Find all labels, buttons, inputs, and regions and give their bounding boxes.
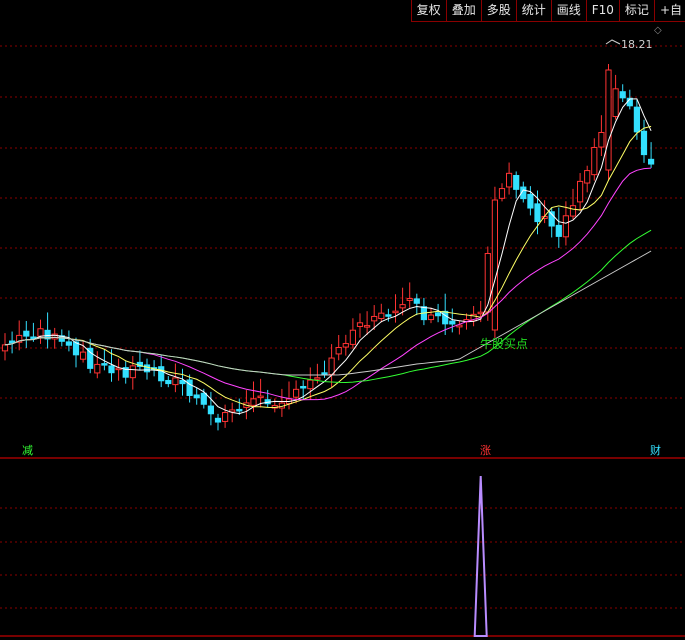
candle-body [193,394,200,399]
candle-body [314,377,321,380]
candle-body [80,351,87,360]
candle-body [633,106,640,133]
candle-body [158,366,165,382]
candle-body [108,365,115,374]
candle-body [498,188,506,199]
candle-body [577,180,584,203]
candle-body [94,363,101,374]
candle-body [569,205,577,217]
candle-body [321,372,328,375]
candle-body [200,392,207,405]
candle-body [172,377,179,386]
peak-marker [605,39,621,45]
ma5-line [4,98,652,415]
candle-body [619,91,626,99]
candle-body [129,365,136,379]
candle-body [584,170,591,184]
candle-body [527,193,534,209]
candle-body [598,131,605,148]
candle-body [392,310,399,314]
candle-body [378,312,385,320]
candle-body [399,304,406,309]
candle-body [449,320,456,325]
candle-body [307,379,314,390]
candle-body [328,357,335,375]
peak-price-label: 18.21 [621,38,653,51]
kline-chart[interactable] [0,0,685,640]
candle-body [406,298,413,301]
candle-body [250,398,257,406]
candle-body [534,203,541,223]
candle-body [257,395,264,399]
candle-body [293,388,300,398]
candle-body [349,329,356,345]
candle-body [87,347,94,369]
candle-body [37,328,44,337]
candle-body [506,172,513,188]
flag-reduce[interactable]: 减 [22,442,33,458]
candle-body [1,344,9,352]
candle-body [207,405,215,415]
candle-body [555,224,562,237]
buy-signal-label: 牛股买点 [480,337,529,351]
candle-body [371,315,378,322]
candle-body [300,385,307,389]
candle-body [640,130,648,156]
candle-body [491,199,498,331]
candle-body [9,340,16,344]
candle-body [101,363,108,366]
flag-rise[interactable]: 涨 [480,442,491,458]
candle-body [222,412,229,422]
candle-body [385,314,392,317]
candle-body [648,158,655,165]
candle-body [364,325,371,328]
candle-body [435,312,442,317]
candle-body [591,146,598,176]
candle-body [65,341,73,346]
candle-body [342,343,349,348]
candle-body [335,347,342,355]
candle-body [612,88,619,118]
candle-body [214,417,222,423]
candle-body [236,408,243,412]
ma120-line [4,250,652,376]
candle-body [605,69,612,171]
candle-body [427,314,435,321]
signal-spike [473,475,488,637]
candle-body [562,215,569,238]
candle-body [23,330,30,337]
candle-body [165,379,172,385]
flag-finance[interactable]: 财 [650,442,661,458]
candle-body [356,322,364,327]
candle-body [442,310,449,325]
candle-body [513,175,520,190]
candle-body [413,298,420,304]
candle-body [477,311,484,315]
candle-body [143,364,151,373]
